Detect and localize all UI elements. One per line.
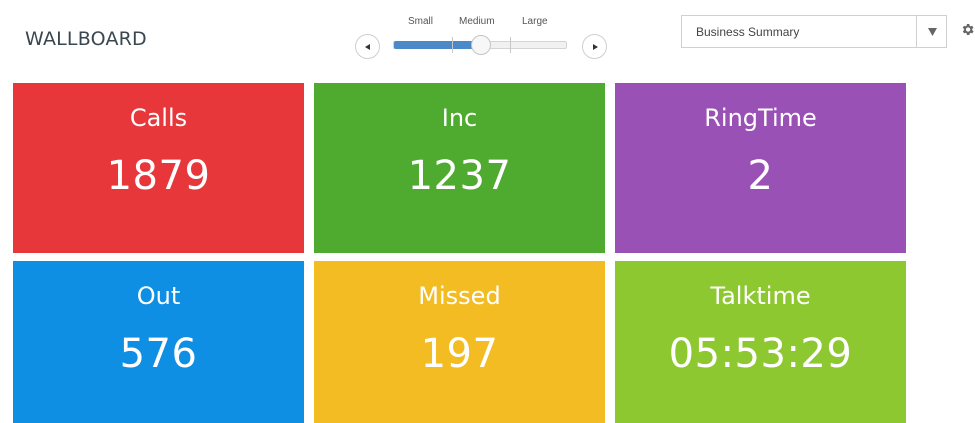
tile-out[interactable]: Out 576 bbox=[13, 261, 304, 423]
tile-value: 576 bbox=[119, 331, 198, 377]
page-title: WALLBOARD bbox=[25, 28, 147, 50]
size-increase-button[interactable] bbox=[582, 34, 607, 59]
select-divider bbox=[916, 16, 917, 47]
tile-calls[interactable]: Calls 1879 bbox=[13, 83, 304, 253]
tile-missed[interactable]: Missed 197 bbox=[314, 261, 605, 423]
tile-value: 05:53:29 bbox=[668, 331, 853, 377]
wallboard-select-value: Business Summary bbox=[696, 25, 800, 39]
tile-label: Missed bbox=[418, 282, 501, 310]
tile-talktime[interactable]: Talktime 05:53:29 bbox=[615, 261, 906, 423]
chevron-right-icon bbox=[592, 43, 598, 50]
slider-tick bbox=[510, 37, 511, 53]
size-label-small[interactable]: Small bbox=[408, 16, 433, 27]
tile-label: Inc bbox=[441, 104, 478, 132]
tile-label: Calls bbox=[129, 104, 188, 132]
tile-value: 197 bbox=[420, 331, 499, 377]
tile-label: RingTime bbox=[704, 104, 817, 132]
tile-label: Out bbox=[136, 282, 181, 310]
chevron-left-icon bbox=[364, 43, 370, 50]
slider-fill bbox=[394, 41, 482, 49]
size-decrease-button[interactable] bbox=[355, 34, 380, 59]
slider-tick bbox=[452, 37, 453, 53]
tile-value: 2 bbox=[747, 153, 774, 199]
size-label-large[interactable]: Large bbox=[522, 16, 548, 27]
tile-label: Talktime bbox=[710, 282, 811, 310]
gear-icon[interactable] bbox=[960, 22, 975, 37]
header-bar: WALLBOARD Small Medium Large Business Su… bbox=[0, 0, 975, 80]
tile-ringtime[interactable]: RingTime 2 bbox=[615, 83, 906, 253]
wallboard-select[interactable]: Business Summary bbox=[681, 15, 947, 48]
tile-value: 1237 bbox=[407, 153, 512, 199]
tile-value: 1879 bbox=[106, 153, 211, 199]
size-label-medium[interactable]: Medium bbox=[459, 16, 495, 27]
caret-down-icon[interactable] bbox=[927, 27, 938, 37]
slider-handle[interactable] bbox=[471, 35, 491, 55]
size-slider[interactable] bbox=[393, 35, 567, 55]
tile-inc[interactable]: Inc 1237 bbox=[314, 83, 605, 253]
